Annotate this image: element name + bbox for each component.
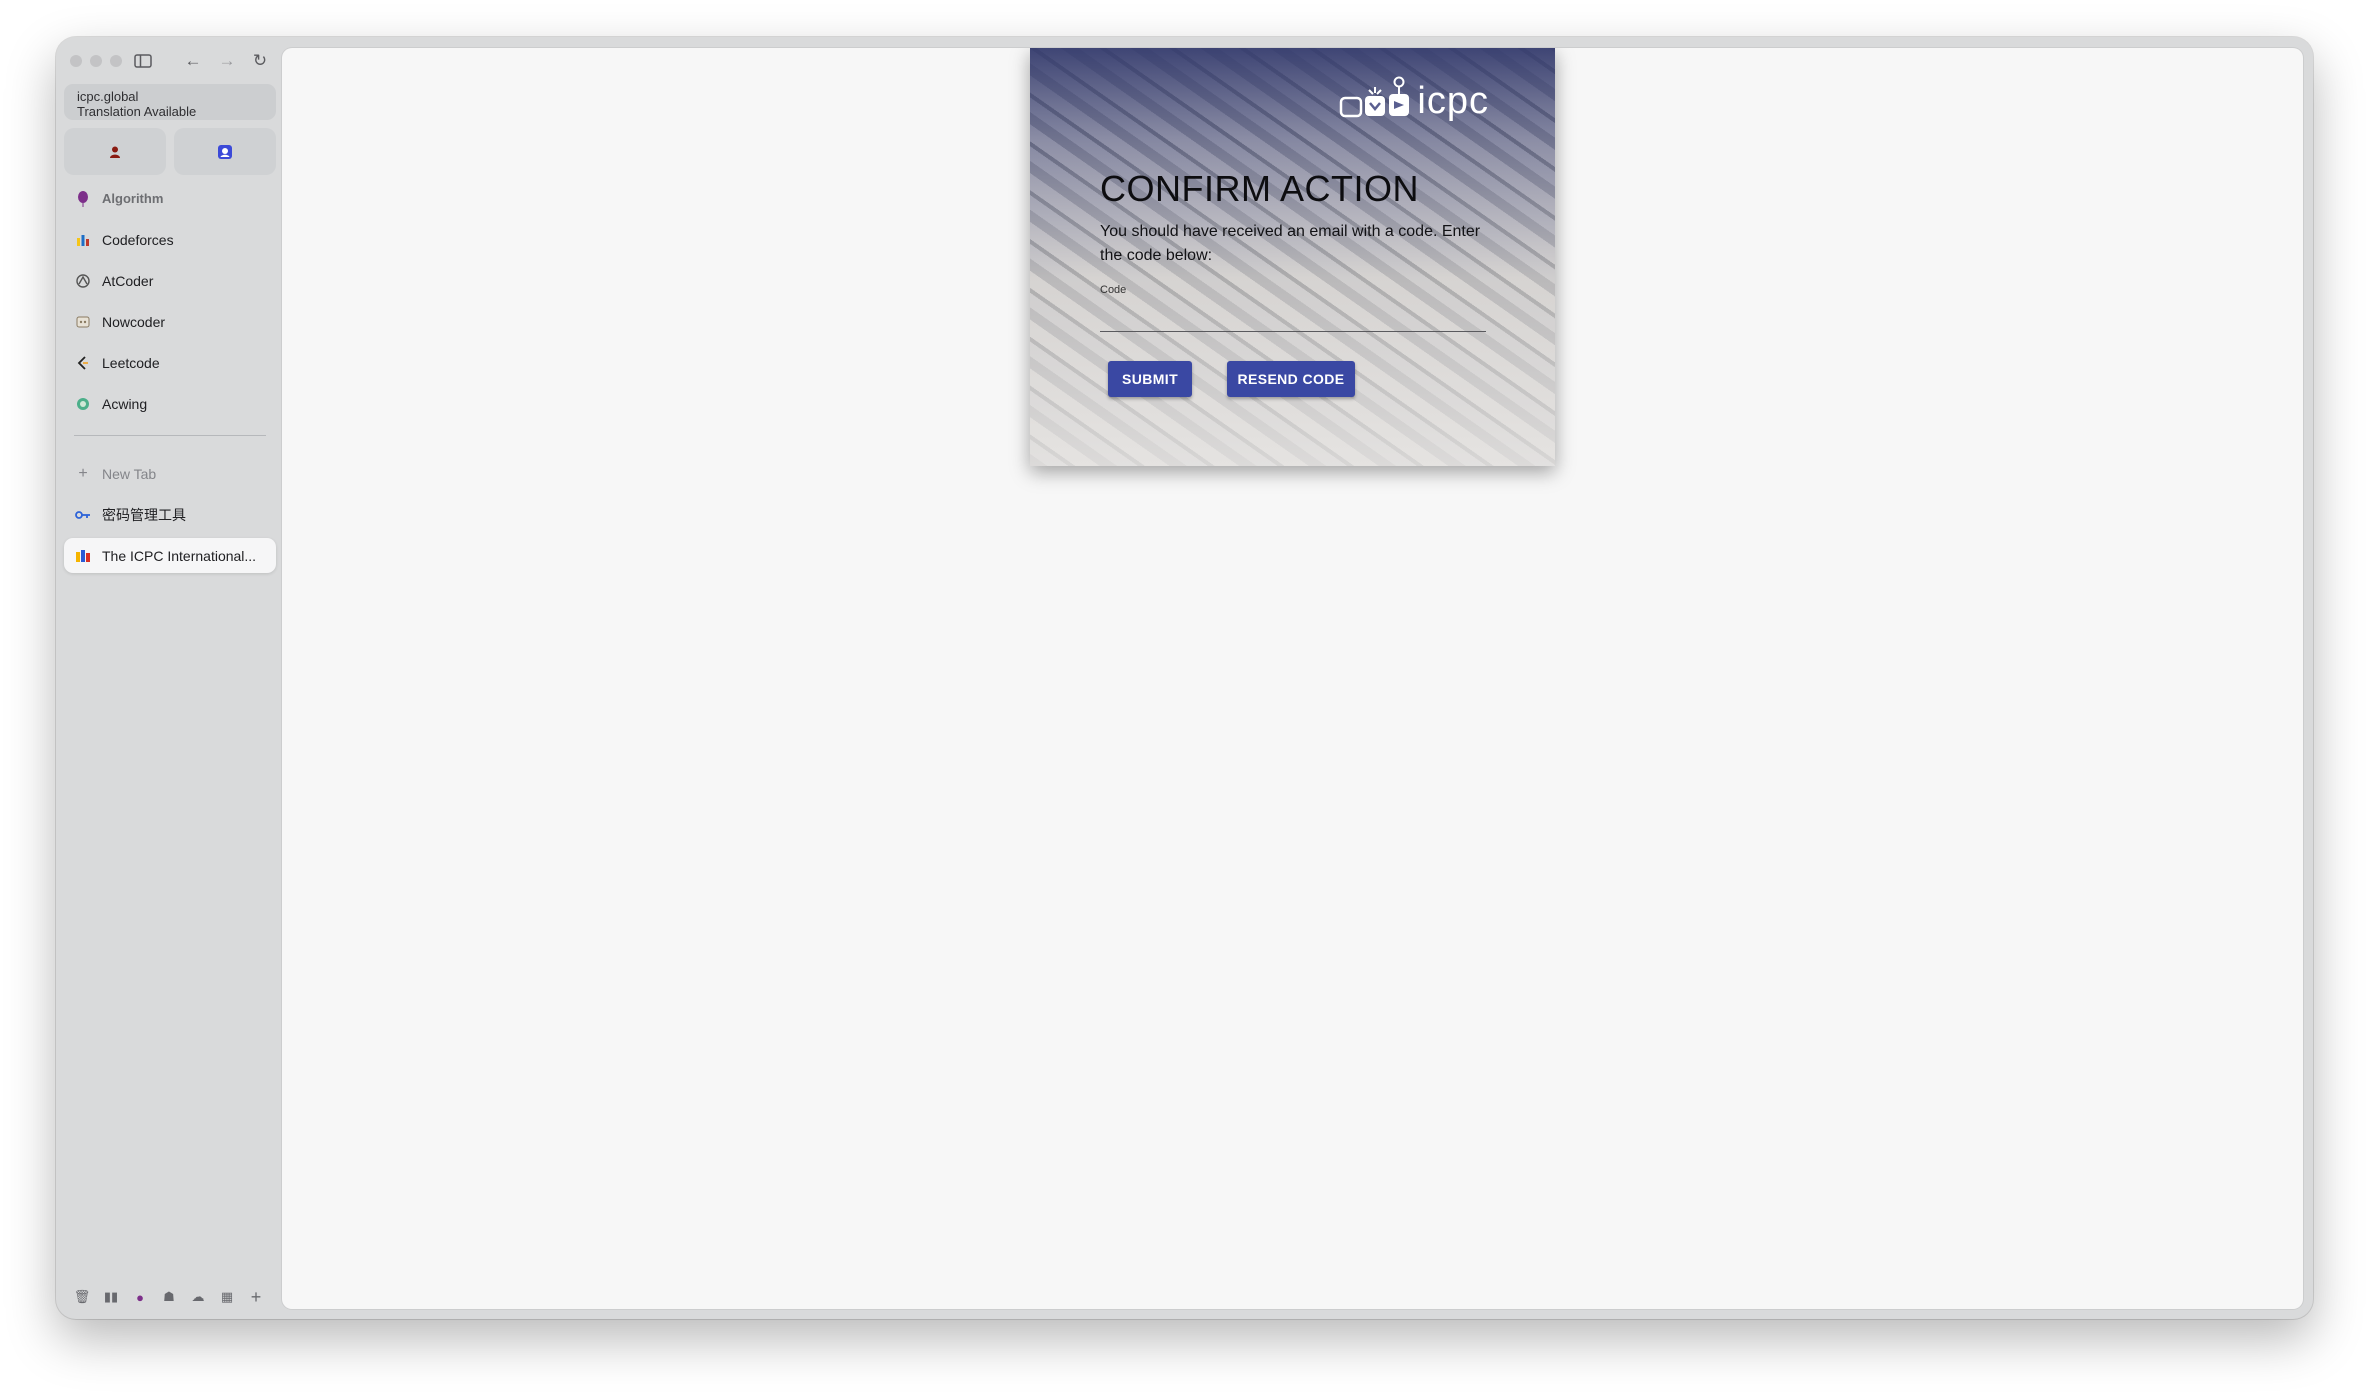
space-icon[interactable]: ☗ [159,1289,179,1305]
person-icon [110,146,120,158]
page-title: CONFIRM ACTION [1100,168,1419,209]
address-url: icpc.global [77,89,139,104]
new-tab-button[interactable]: + New Tab [64,456,276,491]
key-icon [74,506,92,524]
pinned-tab-app[interactable] [174,128,276,175]
submit-button[interactable]: SUBMIT [1108,361,1192,397]
confirm-action-card: icpc CONFIRM ACTION You should have rece… [1030,48,1555,466]
close-window-button[interactable] [70,55,82,67]
nowcoder-icon [74,313,92,331]
tab-label: The ICPC International... [102,547,257,564]
address-bar[interactable]: icpc.global Translation Available [64,84,276,120]
maximize-window-button[interactable] [110,55,122,67]
codeforces-icon [74,231,92,249]
code-input[interactable] [1100,302,1486,332]
icpc-logo: icpc [1339,76,1489,120]
pinned-tab-profile[interactable] [64,128,166,175]
minimize-window-button[interactable] [90,55,102,67]
grid-icon[interactable]: ▦ [217,1289,237,1305]
folder-label: Algorithm [102,191,164,206]
archive-icon[interactable]: 🗑 [72,1289,92,1305]
atcoder-icon [74,272,92,290]
icpc-favicon [74,547,92,565]
sidebar-footer: 🗑 ▮▮ ● ☗ ☁ ▦ + [66,1285,272,1309]
folder-algorithm[interactable]: Algorithm [64,181,276,216]
icpc-logo-mark [1340,76,1410,118]
library-icon[interactable]: ▮▮ [101,1289,121,1305]
tab-label: Codeforces [102,231,174,248]
tab-nowcoder[interactable]: Nowcoder [64,304,276,339]
icpc-logo-text: icpc [1417,80,1489,122]
resend-code-button[interactable]: RESEND CODE [1227,361,1355,397]
tab-label: Leetcode [102,354,160,371]
acwing-icon [74,395,92,413]
tab-label: Acwing [102,395,148,412]
leetcode-icon [74,354,92,372]
web-content: icpc CONFIRM ACTION You should have rece… [282,48,2303,1309]
tab-password-manager[interactable]: 密码管理工具 [64,497,276,532]
tab-list: Algorithm Codeforces AtCoder Nowcoder Le… [64,181,276,579]
tab-label: AtCoder [102,272,154,289]
tab-atcoder[interactable]: AtCoder [64,263,276,298]
sidebar-toggle-icon[interactable] [130,49,156,73]
tab-leetcode[interactable]: Leetcode [64,345,276,380]
back-arrow-icon[interactable]: ← [180,49,206,73]
new-tab-label: New Tab [102,465,157,482]
tab-label: Nowcoder [102,313,166,330]
add-space-icon[interactable]: + [246,1287,266,1308]
pinned-favorites [64,128,276,175]
tab-label: 密码管理工具 [102,506,186,523]
sidebar: ← → ↻ icpc.global Translation Available … [56,37,282,1319]
forward-arrow-icon[interactable]: → [214,49,240,73]
reload-icon[interactable]: ↻ [247,49,273,73]
browser-window: ← → ↻ icpc.global Translation Available … [56,37,2313,1319]
tab-acwing[interactable]: Acwing [64,386,276,421]
sidebar-divider [74,435,266,436]
instructions-text: You should have received an email with a… [1100,223,1481,264]
cloud-icon[interactable]: ☁ [188,1289,208,1305]
code-field-label: Code [1100,284,1127,296]
plus-icon: + [78,464,88,482]
tab-codeforces[interactable]: Codeforces [64,222,276,257]
tab-icpc[interactable]: The ICPC International... [64,538,276,573]
balloon-icon [74,190,92,208]
translation-notice: Translation Available [77,104,197,119]
window-controls [70,55,122,67]
balloon-icon[interactable]: ● [130,1290,150,1305]
app-icon [218,144,232,159]
